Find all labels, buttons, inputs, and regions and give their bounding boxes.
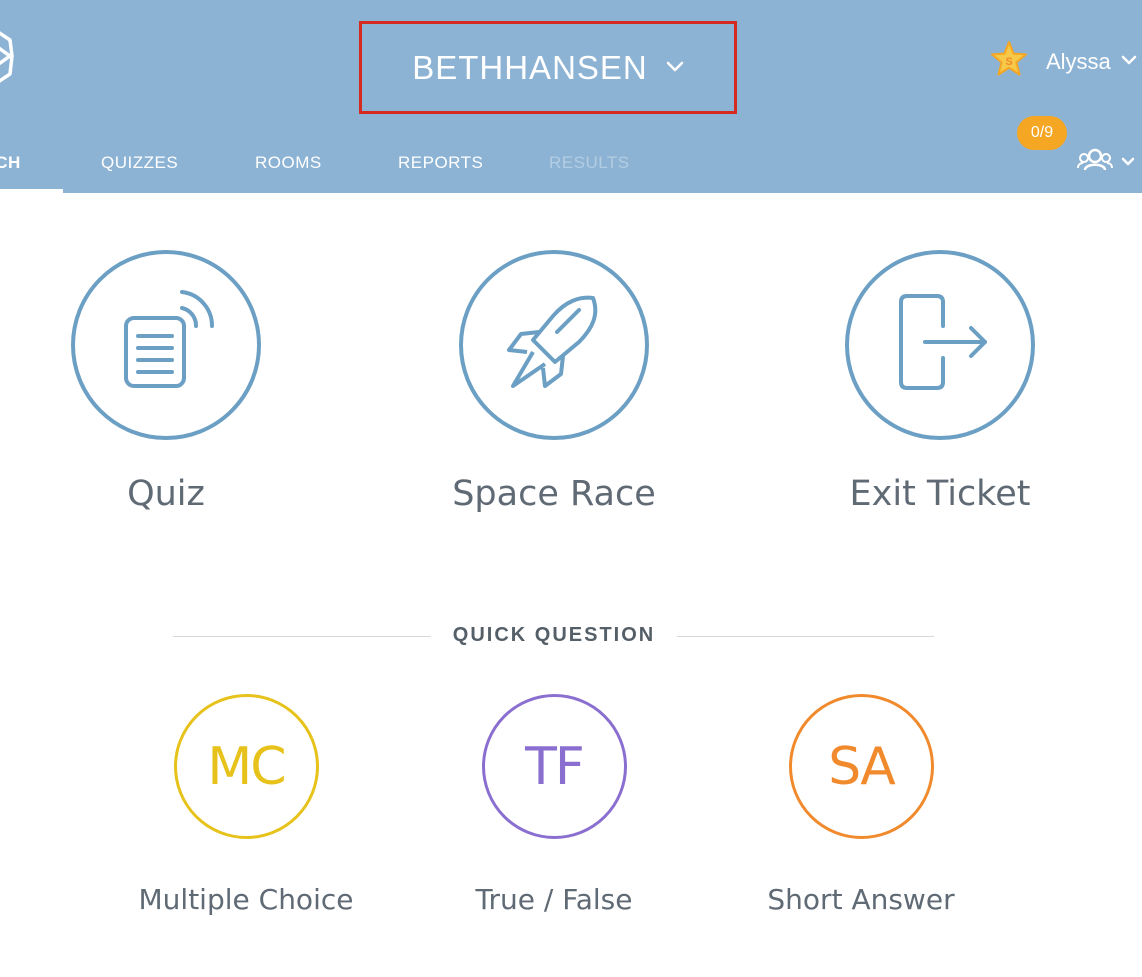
- quick-question-heading: QUICK QUESTION: [452, 624, 656, 646]
- chevron-down-icon: [1121, 53, 1137, 71]
- quiz-icon: [116, 288, 216, 403]
- space-race-launch-button[interactable]: Space Race: [424, 250, 684, 514]
- exit-ticket-circle: [845, 250, 1035, 440]
- true-false-circle: TF: [481, 694, 627, 839]
- group-icon: [1077, 146, 1113, 179]
- true-false-label: True / False: [475, 883, 633, 916]
- app-window: BETHHANSEN S Alyssa 0/9 CH QUIZZES ROOMS…: [0, 0, 1142, 977]
- quiz-label: Quiz: [127, 474, 205, 514]
- exit-ticket-launch-button[interactable]: Exit Ticket: [810, 250, 1070, 514]
- active-tab-indicator: [0, 189, 63, 193]
- divider: [677, 636, 934, 637]
- chevron-down-icon: [1121, 154, 1135, 172]
- rocket-icon: [499, 288, 609, 403]
- multiple-choice-label: Multiple Choice: [138, 883, 354, 916]
- user-menu[interactable]: S Alyssa: [990, 40, 1137, 83]
- multiple-choice-button[interactable]: MC Multiple Choice: [116, 694, 376, 916]
- tab-results: RESULTS: [549, 153, 630, 172]
- logo-icon[interactable]: [0, 28, 18, 93]
- svg-text:S: S: [1005, 56, 1012, 68]
- exit-ticket-label: Exit Ticket: [849, 474, 1031, 514]
- short-answer-button[interactable]: SA Short Answer: [731, 694, 991, 916]
- multiple-choice-circle: MC: [173, 694, 319, 839]
- true-false-button[interactable]: TF True / False: [424, 694, 684, 916]
- short-answer-circle: SA: [788, 694, 934, 839]
- room-selector[interactable]: BETHHANSEN: [359, 21, 737, 114]
- space-race-circle: [459, 250, 649, 440]
- tab-quizzes[interactable]: QUIZZES: [101, 153, 178, 173]
- star-icon: S: [990, 40, 1028, 83]
- tab-rooms[interactable]: ROOMS: [255, 153, 322, 173]
- quiz-launch-button[interactable]: Quiz: [36, 250, 296, 514]
- top-header: BETHHANSEN S Alyssa 0/9 CH QUIZZES ROOMS…: [0, 0, 1142, 193]
- user-name: Alyssa: [1046, 48, 1111, 74]
- rooms-menu[interactable]: [1077, 146, 1135, 179]
- student-count-badge: 0/9: [1017, 116, 1067, 150]
- room-name: BETHHANSEN: [412, 48, 648, 86]
- tab-reports[interactable]: REPORTS: [398, 153, 483, 173]
- tab-launch[interactable]: ICH: [0, 153, 21, 173]
- chevron-down-icon: [666, 60, 684, 78]
- space-race-label: Space Race: [452, 474, 656, 514]
- short-answer-label: Short Answer: [767, 883, 955, 916]
- exit-icon: [885, 288, 995, 403]
- divider: [173, 636, 431, 637]
- quiz-circle: [71, 250, 261, 440]
